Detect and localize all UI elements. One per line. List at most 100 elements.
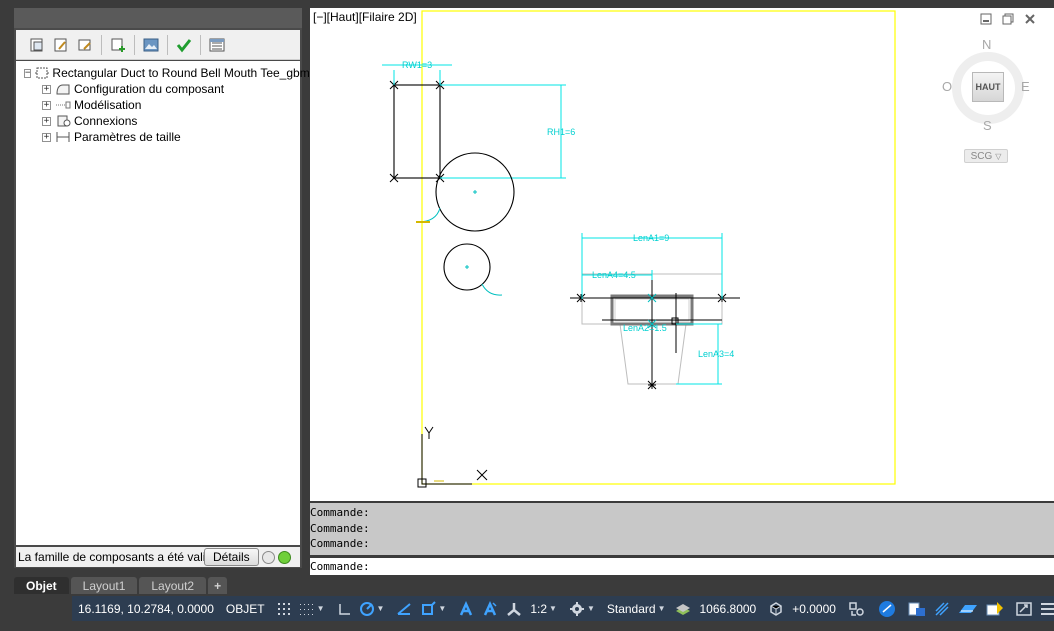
- alert-tray-icon[interactable]: [982, 596, 1008, 621]
- validate-check-icon[interactable]: [173, 34, 195, 56]
- component-tree: − Rectangular Duct to Round Bell Mouth T…: [16, 61, 310, 545]
- dimension-rh1-label: RH1=6: [547, 127, 575, 137]
- command-line[interactable]: Commande:: [310, 558, 1054, 575]
- size-parameters-icon: [54, 129, 72, 145]
- list-view-icon[interactable]: [206, 34, 228, 56]
- tree-item-label: Modélisation: [74, 98, 142, 112]
- coordinates-readout[interactable]: 16.1169, 10.2784, 0.0000: [72, 596, 218, 621]
- tree-item-label: Paramètres de taille: [74, 130, 181, 144]
- status-indicator-idle: [261, 550, 275, 564]
- compass-south[interactable]: S: [983, 118, 992, 133]
- hardware-acceleration-icon[interactable]: [874, 596, 900, 621]
- expand-icon[interactable]: +: [42, 132, 51, 142]
- large-circle-center: [473, 190, 477, 194]
- command-history: Commande: Commande: Commande:: [310, 503, 1054, 555]
- dimension-lena1-label: LenA1=9: [633, 233, 669, 243]
- restore-icon[interactable]: [1000, 12, 1016, 26]
- dimension-lena4-label: LenA4=4.5: [592, 270, 636, 280]
- toolbar-separator: [134, 34, 135, 55]
- offset-icon[interactable]: [764, 596, 788, 621]
- toolbar-separator: [167, 34, 168, 55]
- dimension-lena3-label: LenA3=4: [698, 349, 734, 359]
- command-input[interactable]: [369, 559, 1054, 574]
- tab-layout1[interactable]: Layout1: [70, 577, 138, 594]
- annotation-visibility-icon[interactable]: [454, 596, 478, 621]
- drawing-viewport[interactable]: RW1=3 RH1=6 LenA1=9 LenA4=4.5 LenA2=1.5 …: [310, 8, 1054, 501]
- tree-item-connections[interactable]: + Connexions: [16, 113, 300, 129]
- tree-item-label: Configuration du composant: [74, 82, 225, 96]
- minimize-icon[interactable]: [978, 12, 994, 26]
- rectangular-profile[interactable]: [393, 84, 441, 179]
- elevation-value[interactable]: 1066.8000: [696, 596, 761, 621]
- grid-icon[interactable]: [273, 596, 295, 621]
- annotation-scale-menu[interactable]: 1:2 ▼: [526, 596, 561, 621]
- dimension-lena2-label: LenA2=1.5: [623, 323, 667, 333]
- edit-parameters-icon[interactable]: [50, 34, 72, 56]
- viewcube[interactable]: N S E O HAUT SCG ▽: [942, 36, 1032, 166]
- parts-catalog-icon[interactable]: [954, 596, 982, 621]
- settings-gear-icon[interactable]: ▼: [565, 596, 599, 621]
- customization-menu-icon[interactable]: [1036, 596, 1054, 621]
- chevron-down-icon: ▽: [995, 151, 1002, 161]
- expand-icon[interactable]: +: [42, 100, 51, 110]
- close-icon[interactable]: [1022, 12, 1038, 26]
- elevation-icon[interactable]: [670, 596, 696, 621]
- isometric-drafting-icon[interactable]: [392, 596, 416, 621]
- toolbar-separator: [200, 34, 201, 55]
- tab-layout2[interactable]: Layout2: [139, 577, 207, 594]
- tree-root[interactable]: − Rectangular Duct to Round Bell Mouth T…: [16, 65, 310, 81]
- status-indicator-ok: [277, 550, 291, 564]
- config-icon: [54, 81, 72, 97]
- palette-toolbar: [16, 30, 300, 60]
- viewcube-top-face[interactable]: HAUT: [972, 72, 1004, 102]
- ucs-menu[interactable]: SCG ▽: [964, 149, 1008, 163]
- command-prompt: Commande:: [310, 560, 370, 573]
- modeling-icon: [54, 97, 72, 113]
- compass-west[interactable]: O: [942, 79, 952, 94]
- auto-scale-icon[interactable]: [478, 596, 502, 621]
- details-button[interactable]: Détails: [204, 548, 259, 566]
- workspace-icon[interactable]: [502, 596, 526, 621]
- isolate-objects-icon[interactable]: [844, 596, 870, 621]
- viewport-window-controls: [978, 12, 1038, 26]
- properties-palette-icon[interactable]: [904, 596, 930, 621]
- snap-mode-icon[interactable]: ▼: [295, 596, 329, 621]
- polar-tracking-icon[interactable]: ▼: [355, 596, 389, 621]
- expand-icon[interactable]: +: [42, 116, 51, 126]
- validation-status: La famille de composants a été validée D…: [16, 547, 300, 567]
- small-circle-center: [465, 265, 469, 269]
- fullscreen-icon[interactable]: [1012, 596, 1036, 621]
- model-space-button[interactable]: OBJET: [222, 596, 269, 621]
- large-circle-leader: [417, 207, 441, 223]
- status-bar: 16.1169, 10.2784, 0.0000 OBJET ▼ ▼ ▼ 1:2…: [72, 596, 1054, 621]
- connections-icon: [54, 113, 72, 129]
- style-menu[interactable]: Standard ▼: [603, 596, 670, 621]
- add-connector-icon[interactable]: [107, 34, 129, 56]
- image-icon[interactable]: [140, 34, 162, 56]
- tab-model[interactable]: Objet: [14, 577, 69, 594]
- small-circle-leader: [481, 283, 503, 296]
- add-layout-button[interactable]: +: [208, 577, 228, 594]
- boundary-rectangle: [421, 10, 896, 485]
- toolbar-separator: [101, 34, 102, 55]
- ucs-menu-label: SCG: [970, 150, 993, 162]
- app-window: − Rectangular Duct to Round Bell Mouth T…: [0, 0, 1054, 631]
- style-value: Standard: [606, 601, 656, 616]
- ortho-mode-icon[interactable]: [333, 596, 355, 621]
- component-properties-icon[interactable]: [26, 34, 48, 56]
- hatch-icon[interactable]: [930, 596, 954, 621]
- compass-north[interactable]: N: [982, 37, 991, 52]
- tree-item-configuration[interactable]: + Configuration du composant: [16, 81, 300, 97]
- offset-value[interactable]: +0.0000: [788, 596, 840, 621]
- expand-icon[interactable]: +: [42, 84, 51, 94]
- view-controls-label[interactable]: [−][Haut][Filaire 2D]: [313, 10, 417, 24]
- profile-vertex-markers: [389, 80, 445, 183]
- compass-east[interactable]: E: [1021, 79, 1030, 94]
- collapse-icon[interactable]: −: [24, 68, 32, 78]
- tree-item-size-parameters[interactable]: + Paramètres de taille: [16, 129, 300, 145]
- tree-item-modeling[interactable]: + Modélisation: [16, 97, 300, 113]
- dimension-rw1-label: RW1=3: [402, 60, 432, 70]
- palette-titlebar[interactable]: [14, 8, 302, 28]
- object-snap-icon[interactable]: ▼: [416, 596, 450, 621]
- edit-sizes-icon[interactable]: [74, 34, 96, 56]
